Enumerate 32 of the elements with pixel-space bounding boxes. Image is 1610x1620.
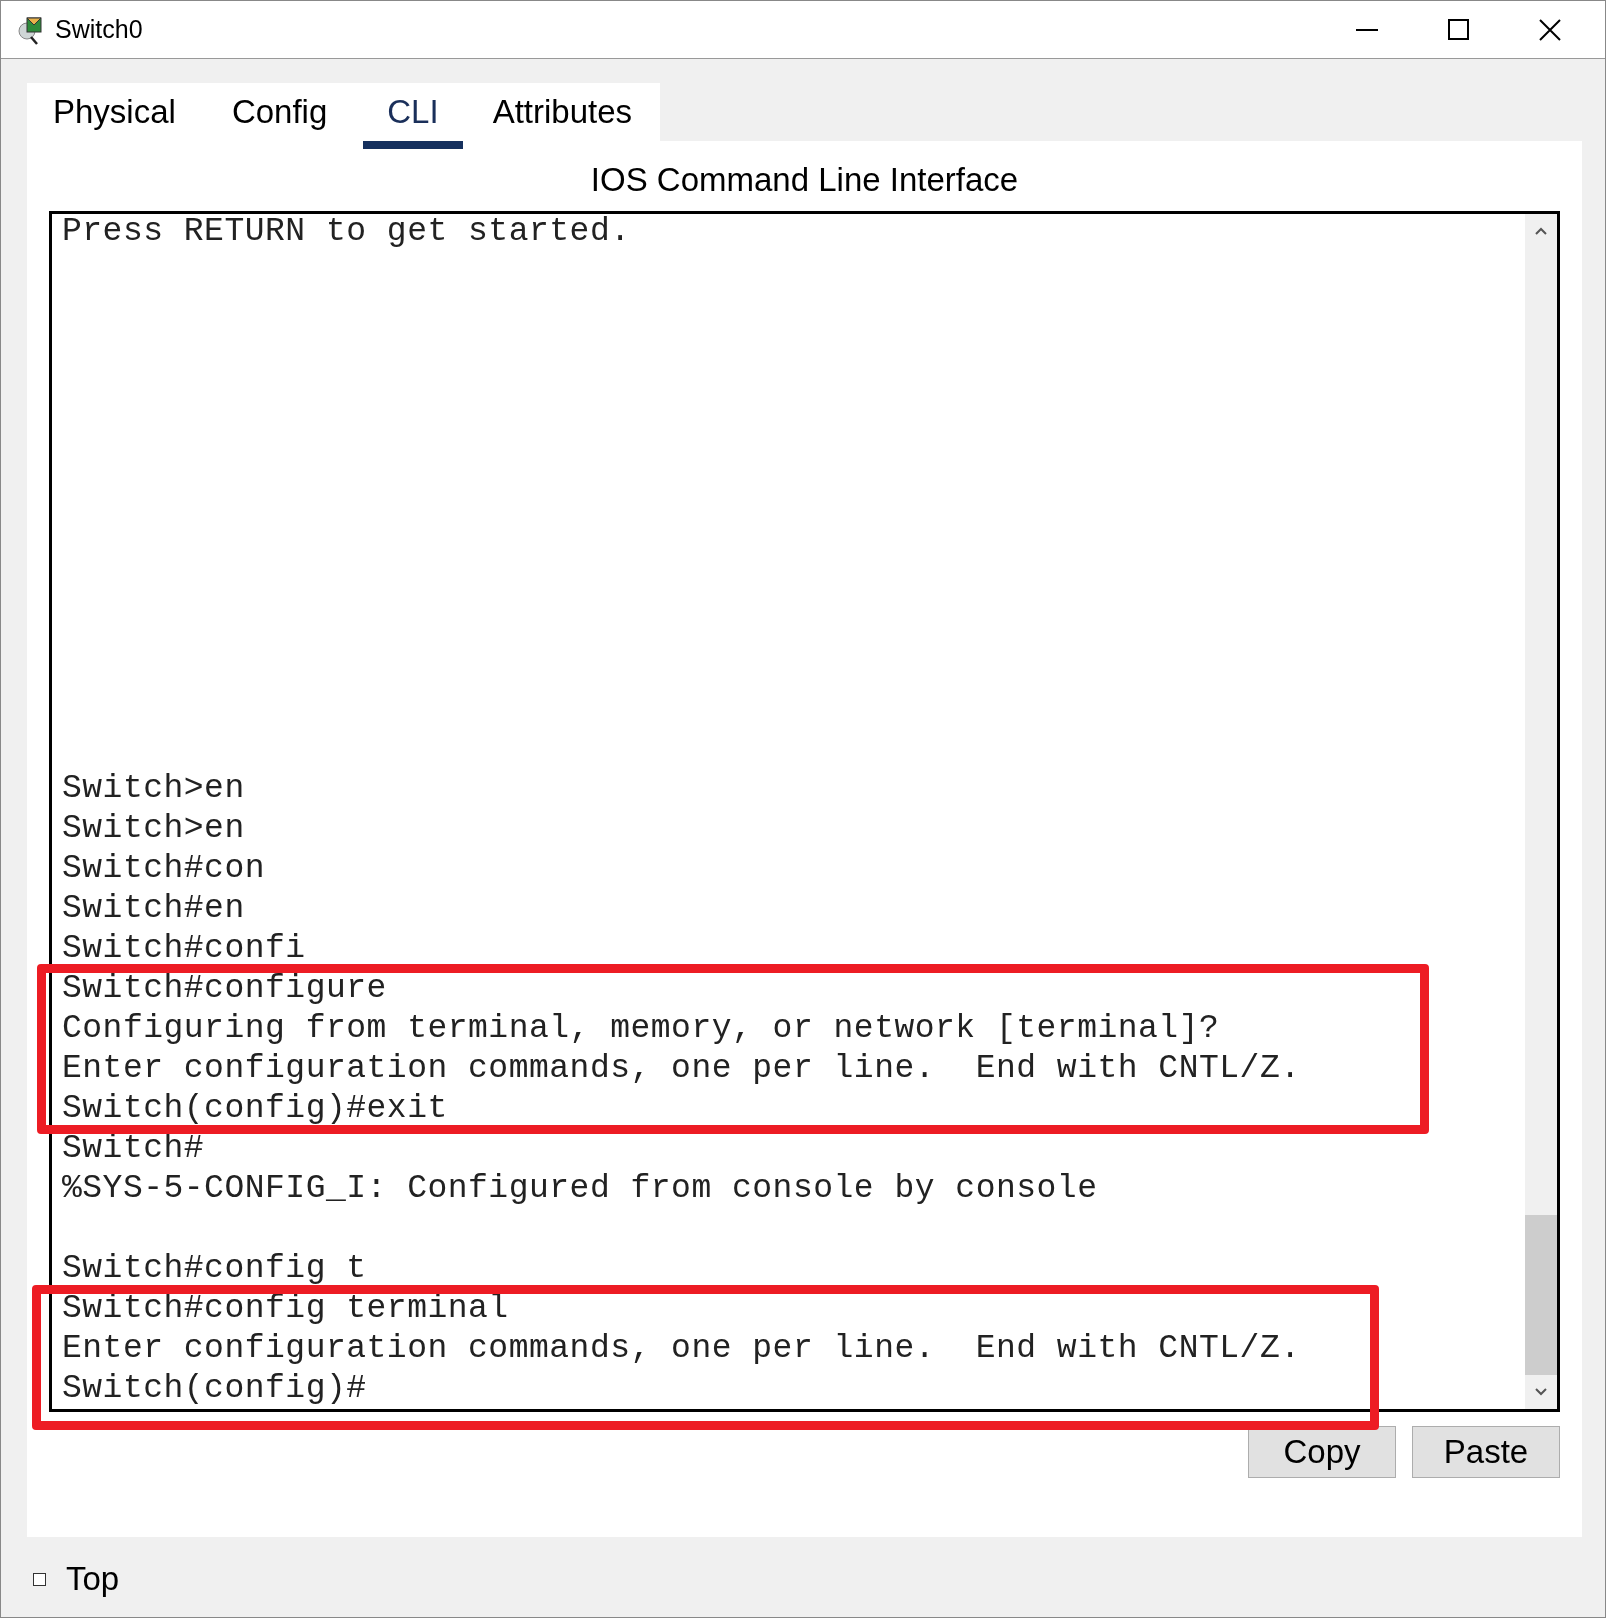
- action-button[interactable]: Paste: [1412, 1426, 1560, 1478]
- action-button[interactable]: Copy: [1248, 1426, 1396, 1478]
- terminal-line: Switch#confi: [62, 929, 307, 969]
- tab[interactable]: Attributes: [486, 83, 639, 149]
- tab[interactable]: Physical: [47, 83, 182, 149]
- terminal-line: Switch#: [62, 1129, 206, 1169]
- close-icon[interactable]: [1539, 18, 1561, 41]
- scrollbar[interactable]: [1525, 214, 1557, 1409]
- terminal[interactable]: [49, 211, 1560, 1412]
- terminal-line: Switch(config)#: [62, 1369, 368, 1409]
- terminal-line: Switch(config)#exit: [62, 1089, 449, 1129]
- terminal-line: Switch#con: [62, 849, 267, 889]
- panel-heading: IOS Command Line Interface: [589, 160, 1020, 200]
- checkbox[interactable]: [33, 1572, 46, 1586]
- terminal-line: Switch#config terminal: [62, 1289, 510, 1329]
- terminal-line: Switch#en: [62, 889, 246, 929]
- scroll-thumb[interactable]: [1525, 1215, 1557, 1375]
- scroll-down-icon[interactable]: [1534, 1387, 1548, 1397]
- terminal-line: Switch#config t: [62, 1249, 368, 1289]
- window-title: Switch0: [55, 15, 143, 44]
- terminal-line: %SYS-5-CONFIG_I: Configured from console by console: [62, 1169, 1099, 1209]
- maximize-icon[interactable]: [1448, 19, 1469, 40]
- terminal-line: Press RETURN to get started.: [62, 214, 632, 252]
- tab[interactable]: Config: [225, 83, 334, 149]
- checkbox-label: Top: [66, 1560, 120, 1598]
- scroll-up-icon[interactable]: [1534, 226, 1548, 236]
- terminal-line: Configuring from terminal, memory, or network [terminal]?: [62, 1009, 1221, 1049]
- terminal-line: Enter configuration commands, one per line. End with CNTL/Z.: [62, 1049, 1302, 1089]
- terminal-line: Enter configuration commands, one per line. End with CNTL/Z.: [62, 1329, 1302, 1369]
- terminal-line: Switch>en: [62, 769, 246, 809]
- terminal-line: Switch#configure: [62, 969, 388, 1009]
- terminal-line: Switch>en: [62, 809, 246, 849]
